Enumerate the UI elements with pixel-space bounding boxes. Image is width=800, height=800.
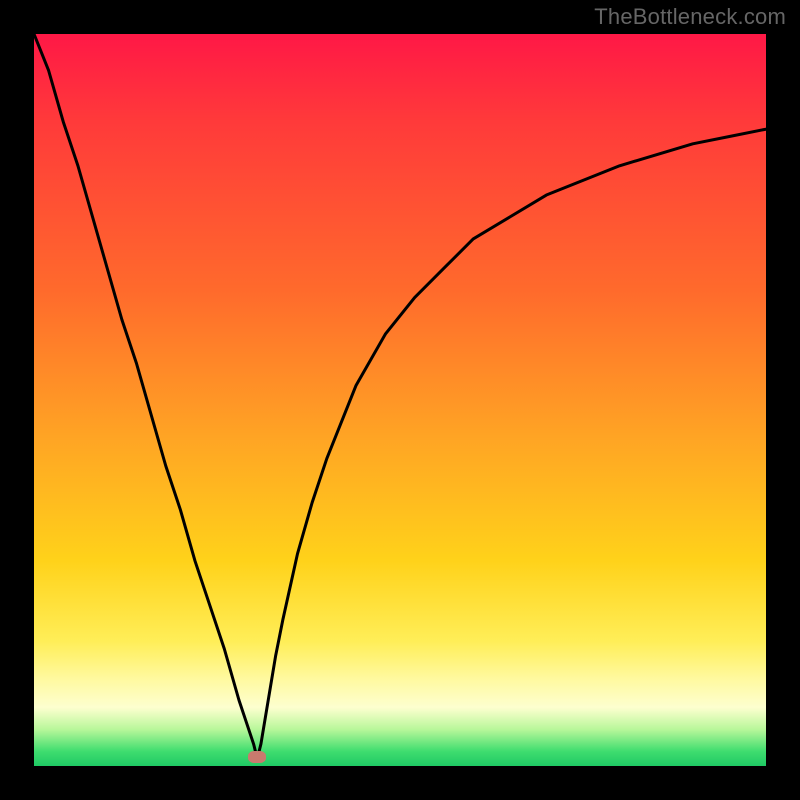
bottleneck-curve — [34, 34, 766, 759]
chart-frame: TheBottleneck.com — [0, 0, 800, 800]
curve-svg — [34, 34, 766, 766]
minimum-marker — [248, 751, 266, 763]
watermark-text: TheBottleneck.com — [594, 4, 786, 30]
